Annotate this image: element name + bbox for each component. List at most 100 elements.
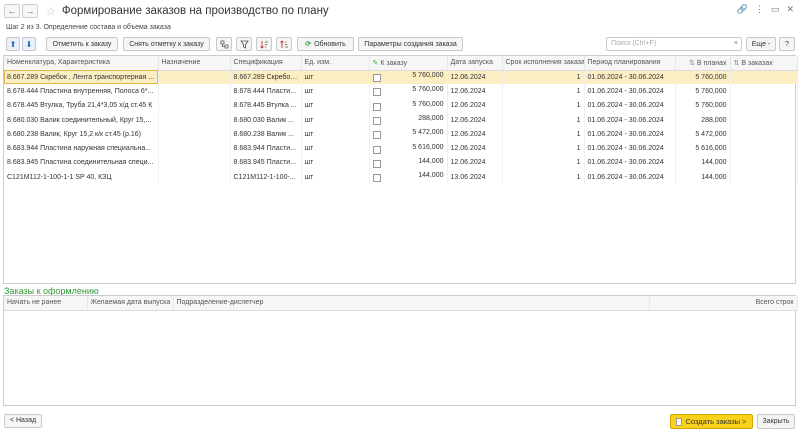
col-spec[interactable]: Спецификация <box>230 56 302 71</box>
cell-spec[interactable]: 8.683.944 Пласти... <box>230 141 302 156</box>
col-to-order[interactable]: ✎ К заказу <box>369 56 448 71</box>
col-period[interactable]: Период планирования <box>584 56 676 71</box>
cell-start-date[interactable]: 12.06.2024 <box>447 155 503 171</box>
cell-nomenclature[interactable]: 8.683.944 Пластина наружная специальна..… <box>4 141 159 156</box>
col-unit[interactable]: Ед. изм. <box>301 56 370 71</box>
table-row[interactable]: 8.683.945 Пластина соединительная специ.… <box>4 155 798 171</box>
table-row[interactable]: 8.678.445 Втулка, Труба 21,4*3,05 х/д ст… <box>4 98 798 113</box>
cell-purpose[interactable] <box>158 70 231 85</box>
cell-exec-term[interactable]: 1 <box>502 84 585 99</box>
cell-unit[interactable]: шт <box>301 70 370 85</box>
more-button[interactable]: Еще - <box>746 37 776 51</box>
move-up-button[interactable]: ⬆ <box>6 37 20 51</box>
cell-nomenclature[interactable]: 8.667.289 Скребок , Лента транспортерная… <box>4 70 159 85</box>
table-row[interactable]: С121М112-1-100-1-1 SP 40, КЗЦ С121М112-1-… <box>4 170 798 185</box>
back-button[interactable]: < Назад <box>4 414 42 428</box>
table-row[interactable]: 8.678.444 Пластина внутренняя, Полоса 6*… <box>4 84 798 99</box>
cell-in-orders[interactable] <box>730 84 798 99</box>
cell-spec[interactable]: С121М112-1-100-... <box>230 170 302 185</box>
cell-in-plans[interactable]: 288,000 <box>675 112 731 128</box>
cell-spec[interactable]: 8.680.030 Валик ... <box>230 112 302 128</box>
cell-spec[interactable]: 8.678.445 Втулка ... <box>230 98 302 113</box>
cell-in-plans[interactable]: 5 760,000 <box>675 98 731 113</box>
to-order-checkbox[interactable] <box>372 159 381 168</box>
cell-to-order[interactable]: 5 760,000 <box>369 84 448 99</box>
cell-nomenclature[interactable]: С121М112-1-100-1-1 SP 40, КЗЦ <box>4 170 159 185</box>
cell-period[interactable]: 01.06.2024 - 30.06.2024 <box>584 141 676 156</box>
cell-in-orders[interactable] <box>730 98 798 113</box>
cell-in-plans[interactable]: 144,000 <box>675 170 731 185</box>
restore-icon[interactable]: ▭ <box>771 4 780 15</box>
search-input[interactable]: Поиск (Ctrl+F) × <box>606 37 742 51</box>
cell-exec-term[interactable]: 1 <box>502 98 585 113</box>
cell-to-order[interactable]: 288,000 <box>369 112 448 128</box>
table-row[interactable]: 8.680.030 Валик соединительный, Круг 15,… <box>4 112 798 128</box>
cell-purpose[interactable] <box>158 98 231 113</box>
cell-in-orders[interactable] <box>730 127 798 142</box>
favorite-star-icon[interactable]: ☆ <box>46 5 56 18</box>
to-order-checkbox[interactable] <box>372 174 381 183</box>
cell-exec-term[interactable]: 1 <box>502 112 585 128</box>
cell-exec-term[interactable]: 1 <box>502 170 585 185</box>
close-icon[interactable]: ✕ <box>786 4 794 15</box>
cell-start-date[interactable]: 12.06.2024 <box>447 84 503 99</box>
col-start-date[interactable]: Дата запуска <box>447 56 503 71</box>
refresh-button[interactable]: ⟳ Обновить <box>297 37 354 51</box>
col-start-not-earlier[interactable]: Начать не ранее <box>4 296 88 311</box>
structure-icon[interactable] <box>216 37 232 51</box>
create-orders-button[interactable]: Создать заказы > <box>670 414 753 429</box>
cell-to-order[interactable]: 5 472,000 <box>369 127 448 142</box>
cell-in-orders[interactable] <box>730 155 798 171</box>
cell-period[interactable]: 01.06.2024 - 30.06.2024 <box>584 70 676 85</box>
search-clear-icon[interactable]: × <box>734 38 738 50</box>
table-row[interactable]: 8.667.289 Скребок , Лента транспортерная… <box>4 70 798 85</box>
cell-period[interactable]: 01.06.2024 - 30.06.2024 <box>584 84 676 99</box>
cell-period[interactable]: 01.06.2024 - 30.06.2024 <box>584 155 676 171</box>
to-order-checkbox[interactable] <box>372 88 381 97</box>
cell-spec[interactable]: 8.680.238 Валик ... <box>230 127 302 142</box>
cell-purpose[interactable] <box>158 141 231 156</box>
cell-in-orders[interactable] <box>730 70 798 85</box>
filter-icon[interactable] <box>236 37 252 51</box>
to-order-checkbox[interactable] <box>372 117 381 126</box>
to-order-checkbox[interactable] <box>372 145 381 154</box>
cell-nomenclature[interactable]: 8.680.030 Валик соединительный, Круг 15,… <box>4 112 159 128</box>
table-row[interactable]: 8.683.944 Пластина наружная специальна..… <box>4 141 798 156</box>
cell-in-plans[interactable]: 5 760,000 <box>675 70 731 85</box>
to-order-checkbox[interactable] <box>372 102 381 111</box>
cell-to-order[interactable]: 144,000 <box>369 155 448 171</box>
cell-start-date[interactable]: 12.06.2024 <box>447 98 503 113</box>
cell-in-plans[interactable]: 5 616,000 <box>675 141 731 156</box>
cell-nomenclature[interactable]: 8.680.238 Валик, Круг 15,2 к/к ст.45 (р.… <box>4 127 159 142</box>
cell-unit[interactable]: шт <box>301 155 370 171</box>
cell-to-order[interactable]: 5 760,000 <box>369 98 448 113</box>
cell-start-date[interactable]: 12.06.2024 <box>447 112 503 128</box>
cell-in-orders[interactable] <box>730 112 798 128</box>
cell-unit[interactable]: шт <box>301 170 370 185</box>
cell-start-date[interactable]: 12.06.2024 <box>447 70 503 85</box>
cell-spec[interactable]: 8.667.289 Скребок ... <box>230 70 302 85</box>
col-in-plans[interactable]: ⇅ В планах <box>675 56 731 71</box>
cell-to-order[interactable]: 144,000 <box>369 170 448 185</box>
cell-start-date[interactable]: 12.06.2024 <box>447 141 503 156</box>
cell-purpose[interactable] <box>158 155 231 171</box>
cell-unit[interactable]: шт <box>301 141 370 156</box>
cell-nomenclature[interactable]: 8.678.445 Втулка, Труба 21,4*3,05 х/д ст… <box>4 98 159 113</box>
cell-to-order[interactable]: 5 616,000 <box>369 141 448 156</box>
cell-nomenclature[interactable]: 8.683.945 Пластина соединительная специ.… <box>4 155 159 171</box>
cell-to-order[interactable]: 5 760,000 <box>369 70 448 85</box>
cell-in-plans[interactable]: 5 472,000 <box>675 127 731 142</box>
help-button[interactable]: ? <box>779 37 795 51</box>
cell-spec[interactable]: 8.678.444 Пласти... <box>230 84 302 99</box>
table-row[interactable]: 8.680.238 Валик, Круг 15,2 к/к ст.45 (р.… <box>4 127 798 142</box>
cell-in-orders[interactable] <box>730 141 798 156</box>
link-icon[interactable]: 🔗 <box>737 4 748 15</box>
cell-in-plans[interactable]: 144,000 <box>675 155 731 171</box>
col-dispatcher[interactable]: Подразделение-диспетчер <box>173 296 650 311</box>
cell-in-plans[interactable]: 5 760,000 <box>675 84 731 99</box>
unmark-order-button[interactable]: Снять отметку к заказу <box>123 37 210 51</box>
to-order-checkbox[interactable] <box>372 131 381 140</box>
cell-exec-term[interactable]: 1 <box>502 155 585 171</box>
cell-period[interactable]: 01.06.2024 - 30.06.2024 <box>584 170 676 185</box>
cell-period[interactable]: 01.06.2024 - 30.06.2024 <box>584 127 676 142</box>
